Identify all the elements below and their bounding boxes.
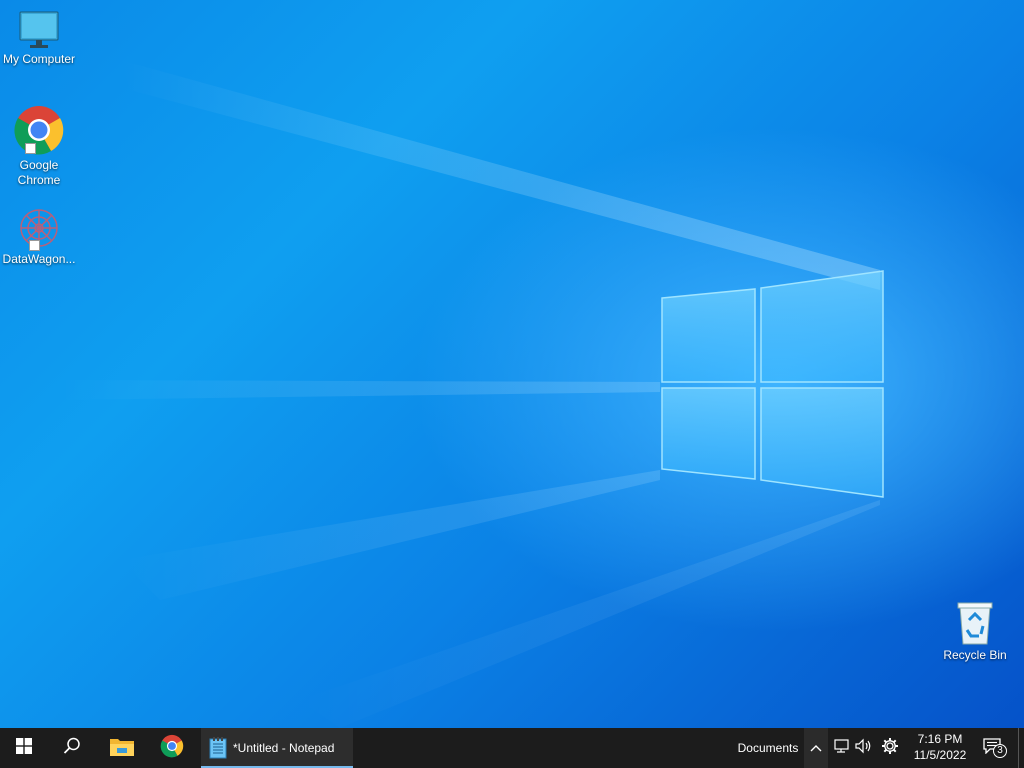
desktop-icon-label: Google Chrome — [17, 158, 61, 187]
show-desktop-button[interactable] — [1018, 728, 1024, 768]
show-hidden-icons-button[interactable] — [804, 728, 828, 768]
taskbar-file-explorer[interactable] — [98, 728, 146, 768]
desktop: My Computer Google Chrome DataWagon... R… — [0, 0, 1024, 728]
shortcut-arrow-icon — [25, 143, 36, 154]
datawagon-icon — [15, 206, 63, 251]
wallpaper-light-beams — [60, 60, 880, 728]
desktop-icon-recycle-bin[interactable]: Recycle Bin — [936, 600, 1014, 663]
notification-count-badge: 3 — [993, 744, 1007, 758]
notification-icon: 3 — [983, 738, 1007, 758]
action-center-button[interactable]: 3 — [978, 728, 1010, 768]
desktop-icon-datawagon[interactable]: DataWagon... — [0, 206, 78, 267]
documents-toolbar[interactable]: Documents — [732, 728, 804, 768]
search-icon — [63, 737, 81, 760]
desktop-icon-google-chrome[interactable]: Google Chrome — [0, 104, 78, 188]
gear-icon — [881, 737, 899, 760]
chrome-icon — [13, 104, 65, 156]
shortcut-arrow-icon — [29, 240, 40, 251]
monitor-icon — [17, 10, 61, 50]
taskbar-window-title: *Untitled - Notepad — [233, 741, 335, 755]
taskbar-chrome[interactable] — [148, 728, 196, 768]
desktop-icon-label: DataWagon... — [2, 252, 76, 266]
desktop-icon-my-computer[interactable]: My Computer — [0, 10, 78, 67]
start-button[interactable] — [0, 728, 48, 768]
desktop-icon-label: Recycle Bin — [943, 648, 1007, 662]
taskbar-notepad-window[interactable]: *Untitled - Notepad — [201, 728, 353, 768]
windows-start-icon — [16, 737, 32, 759]
notepad-icon — [209, 737, 227, 759]
taskbar-clock[interactable]: 7:16 PM 11/5/2022 — [906, 731, 974, 765]
clock-date: 11/5/2022 — [913, 748, 967, 762]
volume-button[interactable] — [852, 728, 876, 768]
clock-time: 7:16 PM — [917, 732, 963, 746]
chrome-icon — [160, 734, 184, 763]
settings-tray-button[interactable] — [878, 728, 902, 768]
chevron-up-icon — [810, 739, 822, 757]
network-button[interactable] — [828, 728, 852, 768]
network-icon — [831, 738, 849, 759]
volume-icon — [855, 738, 873, 759]
recycle-bin-icon — [955, 600, 995, 646]
taskbar: *Untitled - Notepad Documents 7:16 PM 11… — [0, 728, 1024, 768]
windows-logo-wallpaper — [661, 270, 884, 498]
desktop-icon-label: My Computer — [2, 52, 76, 66]
search-button[interactable] — [48, 728, 96, 768]
folder-icon — [109, 735, 135, 762]
documents-toolbar-label: Documents — [737, 741, 799, 755]
